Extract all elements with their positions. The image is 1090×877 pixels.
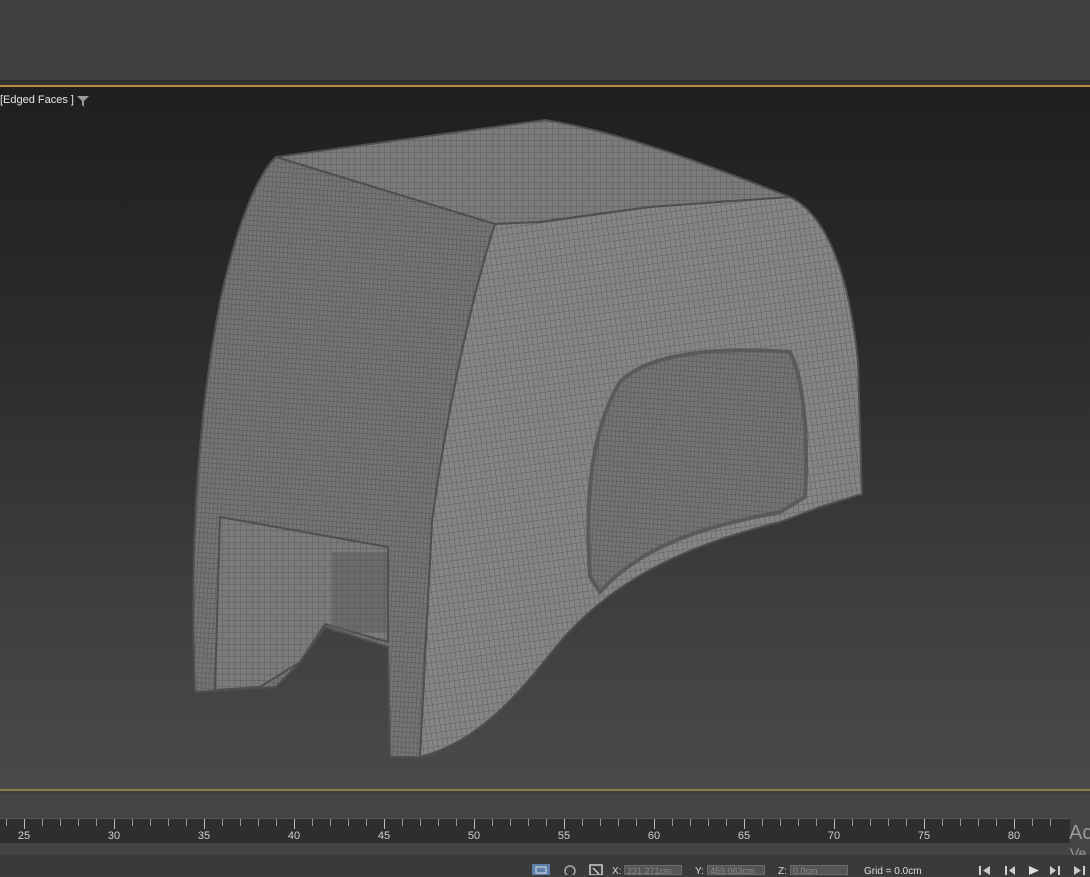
wireframe-mesh[interactable] bbox=[0, 87, 1090, 791]
grid-size-readout: Grid = 0.0cm bbox=[864, 866, 922, 877]
timeline-minor-tick bbox=[60, 819, 61, 826]
timeline-minor-tick bbox=[348, 819, 349, 826]
timeline-minor-tick bbox=[366, 819, 367, 826]
timeline-major-tick bbox=[114, 819, 115, 829]
timeline-minor-tick bbox=[420, 819, 421, 826]
timeline-major-tick bbox=[1014, 819, 1015, 829]
timeline-minor-tick bbox=[42, 819, 43, 826]
timeline-minor-tick bbox=[96, 819, 97, 826]
timeline-minor-tick bbox=[978, 819, 979, 826]
timeline-major-tick bbox=[384, 819, 385, 829]
timeline-minor-tick bbox=[726, 819, 727, 826]
timeline-tick-label: 40 bbox=[287, 830, 301, 842]
timeline-minor-tick bbox=[636, 819, 637, 826]
timeline-minor-tick bbox=[240, 819, 241, 826]
timeline-minor-tick bbox=[276, 819, 277, 826]
isolate-icon[interactable] bbox=[561, 864, 579, 875]
time-track[interactable]: 25 30 35 40 45 50 55 60 65 70 75 80 bbox=[0, 818, 1070, 843]
timeline-major-tick bbox=[24, 819, 25, 829]
timeline-tick-label: 35 bbox=[197, 830, 211, 842]
timeline-minor-tick bbox=[600, 819, 601, 826]
perspective-viewport[interactable]: [Edged Faces ] bbox=[0, 85, 1090, 791]
timeline-minor-tick bbox=[132, 819, 133, 826]
timeline-major-tick bbox=[924, 819, 925, 829]
timeline-minor-tick bbox=[456, 819, 457, 826]
timeline-minor-tick bbox=[762, 819, 763, 826]
timeline-major-tick bbox=[474, 819, 475, 829]
y-coord-label: Y: bbox=[695, 866, 704, 877]
timeline-minor-tick bbox=[438, 819, 439, 826]
timeline-tick-label: 45 bbox=[377, 830, 391, 842]
timeline-minor-tick bbox=[510, 819, 511, 826]
viewport-shading-label[interactable]: [Edged Faces ] bbox=[0, 94, 74, 106]
timeline-tick-label: 30 bbox=[107, 830, 121, 842]
timeline-tick-label: 50 bbox=[467, 830, 481, 842]
timeline-minor-tick bbox=[870, 819, 871, 826]
timeline-minor-tick bbox=[708, 819, 709, 826]
timeline-minor-tick bbox=[258, 819, 259, 826]
y-coord-field[interactable]: 459.063cm bbox=[707, 865, 765, 875]
timeline-minor-tick bbox=[582, 819, 583, 826]
timeline-minor-tick bbox=[150, 819, 151, 826]
timeline-major-tick bbox=[744, 819, 745, 829]
timeline-tick-label: 25 bbox=[17, 830, 31, 842]
timeline-minor-tick bbox=[402, 819, 403, 826]
timeline-minor-tick bbox=[690, 819, 691, 826]
timeline-minor-tick bbox=[816, 819, 817, 826]
timeline-tick-label: 65 bbox=[737, 830, 751, 842]
z-coord-field[interactable]: 0.0cm bbox=[790, 865, 848, 875]
play-icon[interactable] bbox=[1027, 865, 1041, 875]
timeline-minor-tick bbox=[618, 819, 619, 826]
timeline-tick-label: 60 bbox=[647, 830, 661, 842]
absolute-mode-icon[interactable] bbox=[588, 864, 606, 875]
previous-frame-icon[interactable] bbox=[1003, 865, 1017, 875]
timeline-major-tick bbox=[834, 819, 835, 829]
status-bar: X: 231.271cm Y: 459.063cm Z: 0.0cm Grid … bbox=[0, 855, 1090, 877]
timeline-minor-tick bbox=[888, 819, 889, 826]
watermark-text: Ac bbox=[1069, 822, 1090, 844]
timeline-minor-tick bbox=[942, 819, 943, 826]
timeline-minor-tick bbox=[1032, 819, 1033, 826]
timeline-minor-tick bbox=[960, 819, 961, 826]
timeline-major-tick bbox=[564, 819, 565, 829]
timeline-minor-tick bbox=[546, 819, 547, 826]
timeline-minor-tick bbox=[222, 819, 223, 826]
timeline-minor-tick bbox=[996, 819, 997, 826]
timeline-major-tick bbox=[294, 819, 295, 829]
timeline-minor-tick bbox=[78, 819, 79, 826]
timeline-tick-label: 80 bbox=[1007, 830, 1021, 842]
next-frame-icon[interactable] bbox=[1048, 865, 1062, 875]
timeline-minor-tick bbox=[330, 819, 331, 826]
timeline-tick-label: 55 bbox=[557, 830, 571, 842]
timeline-minor-tick bbox=[168, 819, 169, 826]
z-coord-label: Z: bbox=[778, 866, 787, 877]
timeline-minor-tick bbox=[672, 819, 673, 826]
timeline-minor-tick bbox=[798, 819, 799, 826]
timeline-minor-tick bbox=[186, 819, 187, 826]
go-to-start-icon[interactable] bbox=[978, 865, 992, 875]
mesh-cavity-dark bbox=[332, 552, 387, 632]
x-coord-label: X: bbox=[612, 866, 622, 877]
timeline-minor-tick bbox=[906, 819, 907, 826]
x-coord-field[interactable]: 231.271cm bbox=[624, 865, 682, 875]
filter-icon[interactable] bbox=[77, 96, 89, 107]
top-toolbar bbox=[0, 0, 1090, 81]
timeline-minor-tick bbox=[492, 819, 493, 826]
timeline[interactable]: 25 30 35 40 45 50 55 60 65 70 75 80 bbox=[0, 793, 1090, 855]
selection-lock-icon[interactable] bbox=[532, 864, 550, 875]
timeline-minor-tick bbox=[6, 819, 7, 826]
timeline-major-tick bbox=[204, 819, 205, 829]
timeline-minor-tick bbox=[528, 819, 529, 826]
timeline-tick-label: 75 bbox=[917, 830, 931, 842]
timeline-tick-label: 70 bbox=[827, 830, 841, 842]
go-to-end-icon[interactable] bbox=[1072, 865, 1086, 875]
timeline-minor-tick bbox=[312, 819, 313, 826]
timeline-minor-tick bbox=[1050, 819, 1051, 826]
mesh-pocket bbox=[586, 348, 809, 596]
timeline-major-tick bbox=[654, 819, 655, 829]
timeline-minor-tick bbox=[780, 819, 781, 826]
timeline-minor-tick bbox=[852, 819, 853, 826]
